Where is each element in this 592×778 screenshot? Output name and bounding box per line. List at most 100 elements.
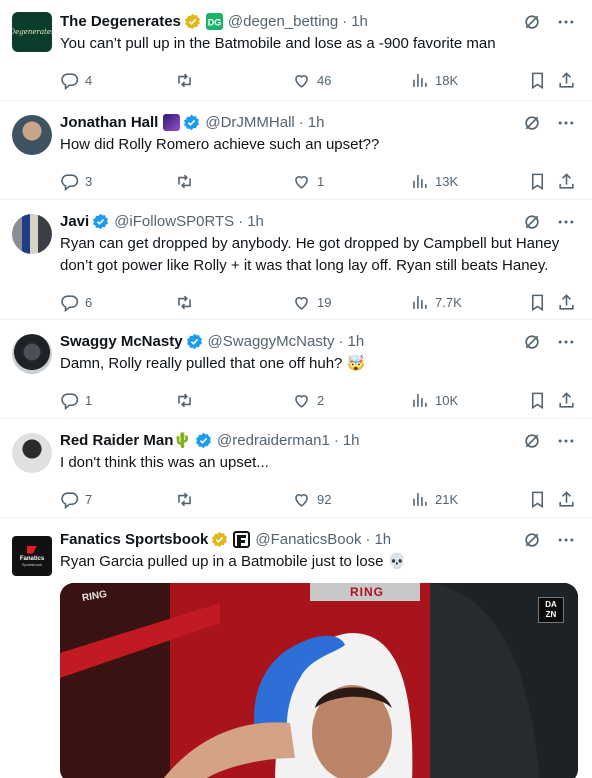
timestamp[interactable]: 1h [347, 333, 364, 350]
author-handle[interactable]: @DrJMMHall [205, 114, 294, 131]
verified-gold-icon [212, 531, 228, 547]
share-button[interactable] [557, 60, 576, 100]
affiliate-badge-icon: DG [205, 12, 223, 30]
separator-dot: · [338, 332, 344, 350]
like-button[interactable]: 2 [292, 380, 324, 420]
tweet-video[interactable]: RING RING DA ZN [60, 583, 578, 778]
timeline-feed: Degenerates The Degenerates DG @degen_be… [0, 0, 592, 778]
more-icon[interactable] [556, 12, 576, 32]
author-handle[interactable]: @degen_betting [228, 13, 338, 30]
reply-button[interactable]: 3 [60, 161, 92, 201]
bookmark-button[interactable] [528, 479, 547, 519]
ring-logo-text: RING [350, 585, 384, 599]
reply-button[interactable]: 7 [60, 479, 92, 519]
like-icon [295, 74, 308, 88]
separator-dot: · [333, 431, 339, 449]
more-icon[interactable] [556, 530, 576, 550]
like-count: 46 [317, 72, 332, 88]
views-button[interactable]: 21K [410, 479, 458, 519]
timestamp[interactable]: 1h [343, 432, 360, 449]
share-button[interactable] [557, 161, 576, 201]
views-button[interactable]: 18K [410, 60, 458, 100]
avatar[interactable]: Fanatics Sportsbook [12, 536, 52, 576]
share-button[interactable] [557, 380, 576, 420]
like-icon [295, 175, 308, 189]
timestamp[interactable]: 1h [308, 114, 325, 131]
grok-icon[interactable] [522, 530, 542, 550]
reply-button[interactable]: 1 [60, 380, 92, 420]
like-button[interactable]: 1 [292, 161, 324, 201]
reply-button[interactable]: 6 [60, 282, 92, 322]
grok-icon[interactable] [522, 332, 542, 352]
repost-button[interactable] [175, 282, 194, 322]
more-icon[interactable] [556, 113, 576, 133]
views-button[interactable]: 10K [410, 380, 458, 420]
reply-button[interactable]: 4 [60, 60, 92, 100]
tweet[interactable]: Degenerates The Degenerates DG @degen_be… [0, 0, 592, 101]
tweet[interactable]: Red Raider Man🌵 @redraiderman1 · 1h I do… [0, 419, 592, 518]
bookmark-button[interactable] [528, 161, 547, 201]
separator-dot: · [342, 12, 348, 30]
repost-button[interactable] [175, 380, 194, 420]
galaxy-emoji-icon [163, 113, 181, 131]
tweet[interactable]: Jonathan Hall @DrJMMHall · 1h How did Ro… [0, 101, 592, 200]
like-button[interactable]: 92 [292, 479, 331, 519]
timestamp[interactable]: 1h [247, 213, 264, 230]
author-name[interactable]: Jonathan Hall [60, 114, 158, 131]
author-name[interactable]: Red Raider Man🌵 [60, 431, 192, 449]
like-count: 19 [317, 294, 332, 310]
avatar[interactable] [12, 334, 52, 374]
share-button[interactable] [557, 479, 576, 519]
avatar-logo-text: Degenerates [12, 28, 52, 36]
reply-count: 1 [85, 392, 93, 408]
author-name[interactable]: Swaggy McNasty [60, 333, 183, 350]
timestamp[interactable]: 1h [374, 531, 391, 548]
more-icon[interactable] [556, 431, 576, 451]
repost-button[interactable] [175, 60, 194, 100]
grok-icon[interactable] [522, 12, 542, 32]
views-button[interactable]: 13K [410, 161, 458, 201]
dazn-logo-text: ZN [545, 610, 557, 619]
author-handle[interactable]: @iFollowSP0RTS [114, 213, 234, 230]
verified-blue-icon [196, 432, 212, 448]
bookmark-button[interactable] [528, 380, 547, 420]
avatar[interactable] [12, 433, 52, 473]
share-button[interactable] [557, 282, 576, 322]
views-count: 7.7K [435, 294, 462, 310]
action-bar: 7 92 21K [60, 479, 578, 519]
repost-icon [178, 73, 191, 87]
views-icon [413, 73, 427, 87]
grok-icon[interactable] [522, 431, 542, 451]
author-name[interactable]: Javi [60, 213, 89, 230]
tweet[interactable]: Javi @iFollowSP0RTS · 1h Ryan can get dr… [0, 200, 592, 320]
like-button[interactable]: 46 [292, 60, 331, 100]
svg-text:DG: DG [208, 17, 222, 27]
timestamp[interactable]: 1h [351, 13, 368, 30]
avatar[interactable] [12, 214, 52, 254]
repost-button[interactable] [175, 161, 194, 201]
more-icon[interactable] [556, 332, 576, 352]
author-name[interactable]: The Degenerates [60, 13, 181, 30]
views-icon [413, 492, 427, 506]
grok-icon[interactable] [522, 212, 542, 232]
more-icon[interactable] [556, 212, 576, 232]
tweet[interactable]: Swaggy McNasty @SwaggyMcNasty · 1h Damn,… [0, 320, 592, 419]
reply-icon [61, 173, 79, 191]
avatar[interactable]: Degenerates [12, 12, 52, 52]
tweet-text: I don't think this was an upset... [60, 454, 269, 471]
like-icon [295, 296, 308, 310]
author-handle[interactable]: @redraiderman1 [217, 432, 330, 449]
grok-icon[interactable] [522, 113, 542, 133]
author-handle[interactable]: @SwaggyMcNasty [208, 333, 335, 350]
author-name[interactable]: Fanatics Sportsbook [60, 531, 208, 548]
like-button[interactable]: 19 [292, 282, 331, 322]
action-bar: 1 2 10K [60, 380, 578, 420]
tweet[interactable]: Fanatics Sportsbook Fanatics Sportsbook … [0, 518, 592, 778]
bookmark-button[interactable] [528, 282, 547, 322]
bookmark-button[interactable] [528, 60, 547, 100]
avatar[interactable] [12, 115, 52, 155]
tweet-text: Damn, Rolly really pulled that one off h… [60, 355, 366, 372]
author-handle[interactable]: @FanaticsBook [255, 531, 361, 548]
views-button[interactable]: 7.7K [410, 282, 462, 322]
repost-button[interactable] [175, 479, 194, 519]
